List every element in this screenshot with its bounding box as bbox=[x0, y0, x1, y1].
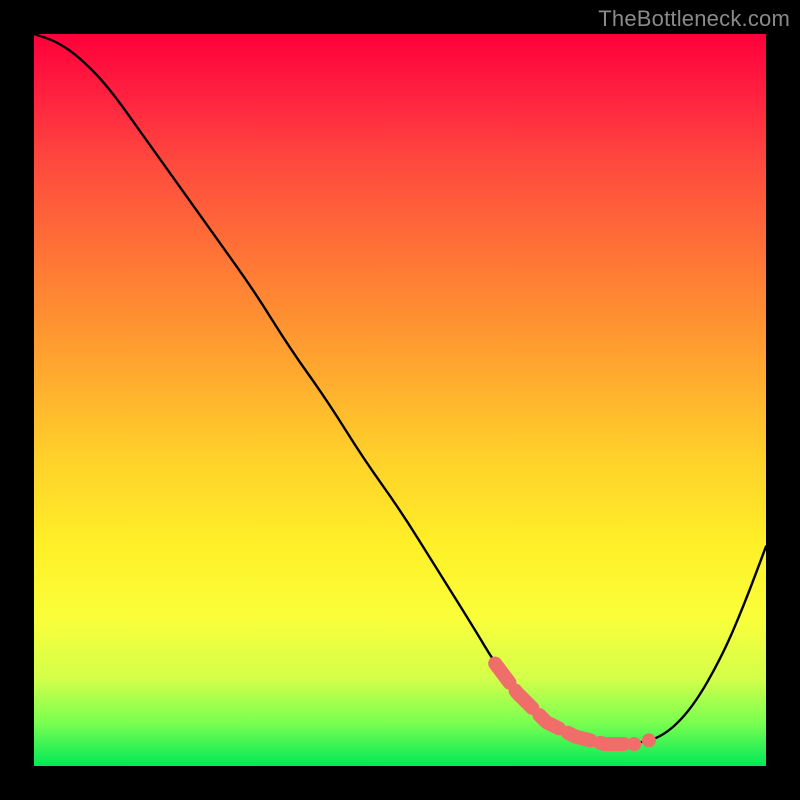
chart-frame: TheBottleneck.com bbox=[0, 0, 800, 800]
valley-highlight-band bbox=[495, 664, 634, 745]
watermark-text: TheBottleneck.com bbox=[598, 6, 790, 32]
plot-area bbox=[34, 34, 766, 766]
bottleneck-curve bbox=[34, 34, 766, 744]
valley-highlight-dot bbox=[642, 733, 656, 747]
curve-svg bbox=[34, 34, 766, 766]
